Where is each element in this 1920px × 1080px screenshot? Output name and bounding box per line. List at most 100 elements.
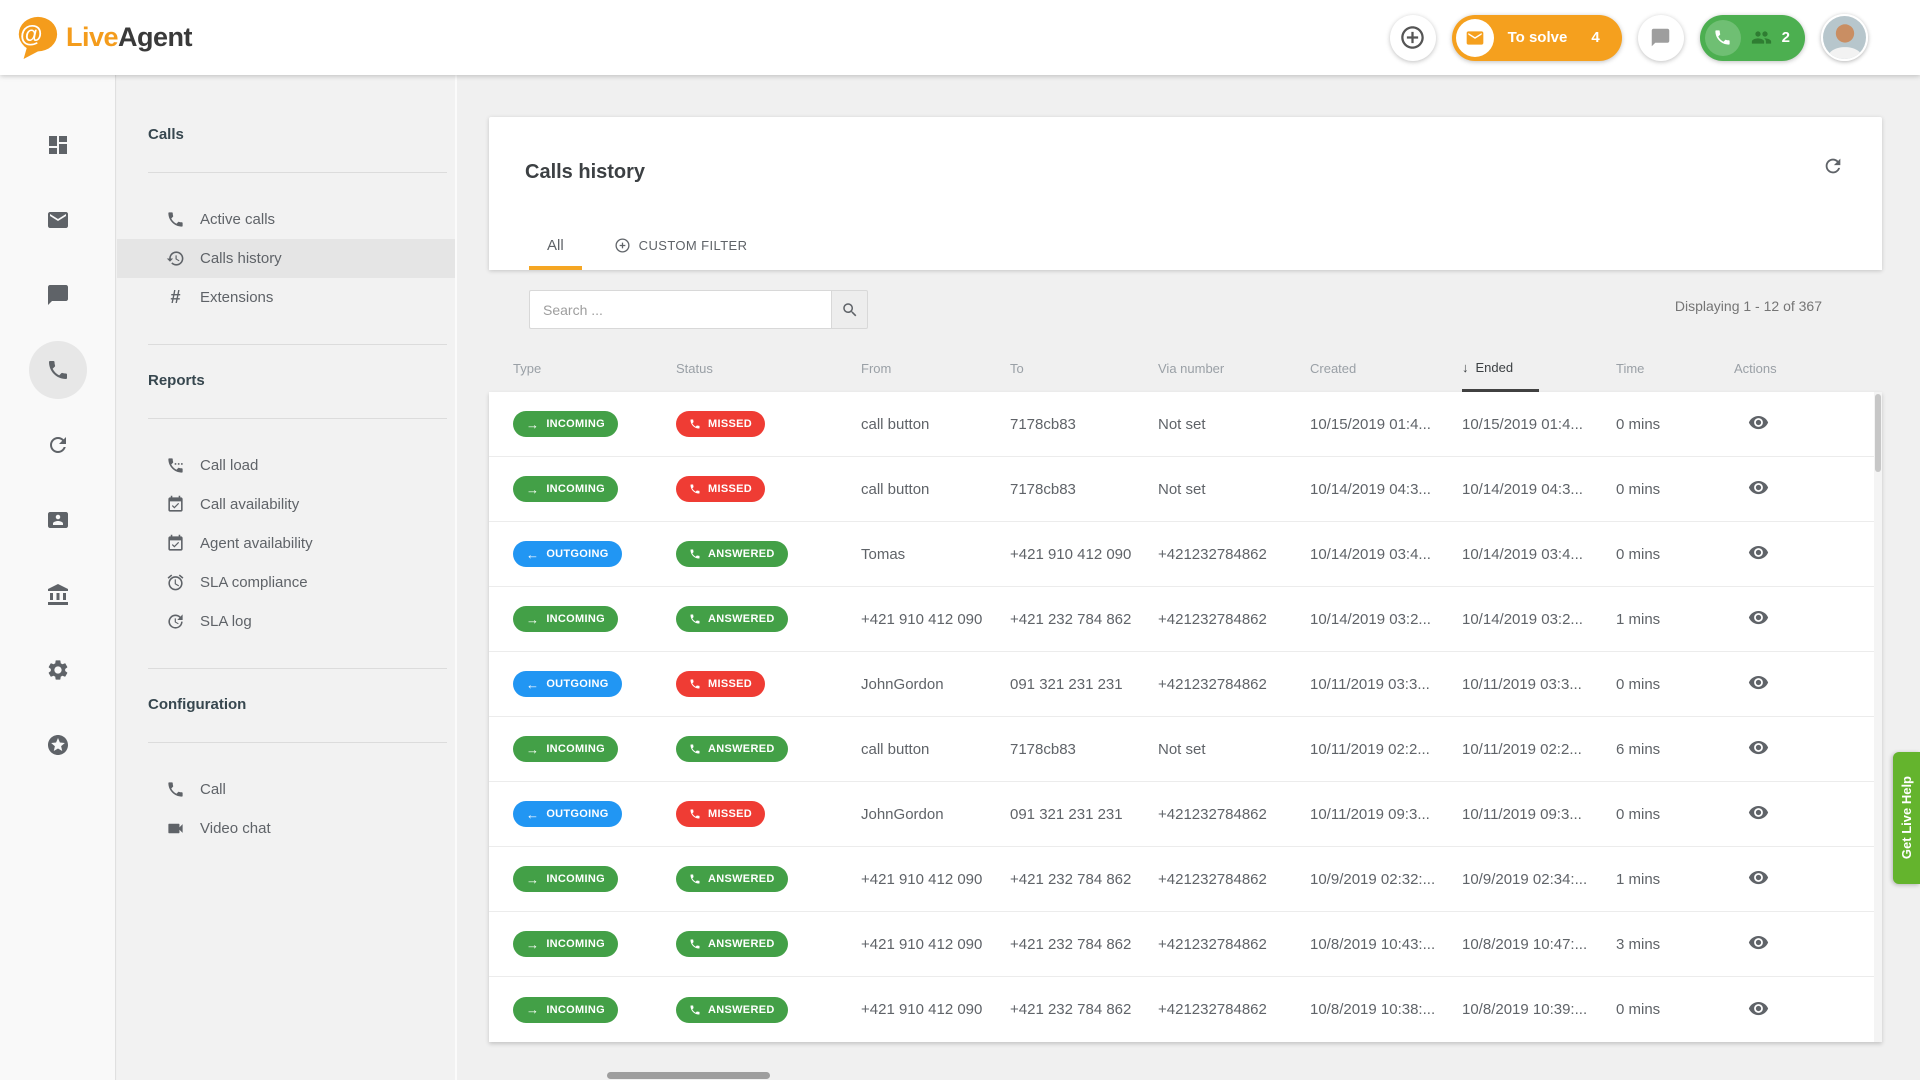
call-status-badge: MISSED — [676, 476, 765, 502]
scrollbar-thumb[interactable] — [1875, 394, 1881, 472]
view-call-button[interactable] — [1744, 994, 1773, 1026]
nav-item-call-config[interactable]: Call — [117, 770, 455, 809]
table-row[interactable]: →INCOMING ANSWERED +421 910 412 090 +421… — [489, 847, 1882, 912]
sidebar-item-dashboard[interactable] — [29, 116, 87, 174]
nav-item-label: Call availability — [200, 496, 299, 513]
table-row[interactable]: →INCOMING MISSED call button 7178cb83 No… — [489, 392, 1882, 457]
search-input[interactable] — [529, 290, 831, 329]
call-status-badge: MISSED — [676, 411, 765, 437]
column-header-status[interactable]: Status — [676, 345, 861, 392]
view-call-button[interactable] — [1744, 668, 1773, 700]
sidebar-item-settings[interactable] — [29, 641, 87, 699]
table-row[interactable]: →INCOMING ANSWERED +421 910 412 090 +421… — [489, 587, 1882, 652]
table-row[interactable]: ←OUTGOING MISSED JohnGordon 091 321 231 … — [489, 652, 1882, 717]
call-type-badge: →INCOMING — [513, 736, 618, 762]
column-header-via[interactable]: Via number — [1158, 345, 1310, 392]
sidebar-item-calls[interactable] — [29, 341, 87, 399]
add-new-button[interactable] — [1390, 15, 1436, 61]
nav-item-extensions[interactable]: # Extensions — [117, 278, 455, 317]
table-row[interactable]: →INCOMING ANSWERED +421 910 412 090 +421… — [489, 912, 1882, 977]
to-solve-count: 4 — [1591, 29, 1599, 46]
agents-online-button[interactable]: 2 — [1700, 15, 1805, 61]
sidebar-item-tickets[interactable] — [29, 191, 87, 249]
column-header-created[interactable]: Created — [1310, 345, 1462, 392]
search-button[interactable] — [831, 290, 868, 329]
view-call-button[interactable] — [1744, 473, 1773, 505]
from-cell: +421 910 412 090 — [861, 936, 1010, 953]
sidebar-item-customers[interactable] — [29, 491, 87, 549]
horizontal-scrollbar-thumb[interactable] — [607, 1072, 770, 1079]
sidebar-item-automation[interactable] — [29, 416, 87, 474]
table-row[interactable]: →INCOMING ANSWERED +421 910 412 090 +421… — [489, 977, 1882, 1042]
column-header-to[interactable]: To — [1010, 345, 1158, 392]
from-cell: Tomas — [861, 546, 1010, 563]
tab-custom-filter[interactable]: CUSTOM FILTER — [608, 221, 754, 270]
nav-item-calls-history[interactable]: Calls history — [117, 239, 455, 278]
phone-icon — [689, 743, 701, 755]
nav-item-active-calls[interactable]: Active calls — [117, 200, 455, 239]
agents-online-count: 2 — [1782, 29, 1790, 46]
view-call-button[interactable] — [1744, 733, 1773, 765]
view-call-button[interactable] — [1744, 863, 1773, 895]
filter-tabs: All CUSTOM FILTER — [529, 221, 753, 270]
time-cell: 0 mins — [1616, 676, 1734, 693]
direction-arrow-icon: ← — [526, 548, 539, 561]
from-cell: call button — [861, 416, 1010, 433]
eye-icon — [1748, 932, 1769, 953]
time-cell: 0 mins — [1616, 546, 1734, 563]
table-row[interactable]: →INCOMING ANSWERED call button 7178cb83 … — [489, 717, 1882, 782]
call-type-badge: ←OUTGOING — [513, 671, 622, 697]
via-number-cell: +421232784862 — [1158, 546, 1310, 563]
eye-icon — [1748, 737, 1769, 758]
call-type-badge: →INCOMING — [513, 931, 618, 957]
to-solve-button[interactable]: To solve 4 — [1452, 15, 1622, 61]
column-header-type[interactable]: Type — [513, 345, 676, 392]
tab-all[interactable]: All — [529, 221, 582, 270]
phone-icon — [689, 483, 701, 495]
time-cell: 1 mins — [1616, 871, 1734, 888]
view-call-button[interactable] — [1744, 798, 1773, 830]
sidebar-item-starred[interactable] — [29, 716, 87, 774]
nav-item-video-chat[interactable]: Video chat — [117, 809, 455, 848]
to-solve-label: To solve — [1508, 29, 1568, 46]
view-call-button[interactable] — [1744, 603, 1773, 635]
get-live-help-tab[interactable]: Get Live Help — [1893, 752, 1920, 884]
phone-icon — [689, 548, 701, 560]
created-cell: 10/11/2019 09:3... — [1310, 806, 1462, 823]
column-header-time[interactable]: Time — [1616, 345, 1734, 392]
created-cell: 10/15/2019 01:4... — [1310, 416, 1462, 433]
time-cell: 3 mins — [1616, 936, 1734, 953]
nav-item-call-load[interactable]: Call load — [117, 446, 455, 485]
direction-arrow-icon: → — [526, 418, 539, 431]
search-icon — [841, 301, 859, 319]
vertical-scrollbar[interactable] — [1874, 392, 1882, 1042]
column-header-from[interactable]: From — [861, 345, 1010, 392]
sidebar-item-chats[interactable] — [29, 266, 87, 324]
view-call-button[interactable] — [1744, 408, 1773, 440]
chat-button[interactable] — [1638, 15, 1684, 61]
view-call-button[interactable] — [1744, 928, 1773, 960]
user-avatar[interactable] — [1821, 14, 1868, 61]
call-type-badge: ←OUTGOING — [513, 801, 622, 827]
nav-item-sla-log[interactable]: SLA log — [117, 602, 455, 641]
ended-cell: 10/8/2019 10:47:... — [1462, 936, 1616, 953]
dashboard-icon — [46, 133, 70, 157]
eye-icon — [1748, 672, 1769, 693]
view-call-button[interactable] — [1744, 538, 1773, 570]
column-header-ended[interactable]: ↓ Ended — [1462, 345, 1616, 392]
envelope-circle — [1456, 19, 1494, 57]
from-cell: +421 910 412 090 — [861, 1001, 1010, 1018]
nav-item-label: Call — [200, 781, 226, 798]
refresh-button[interactable] — [1822, 155, 1844, 180]
sidebar-item-departments[interactable] — [29, 566, 87, 624]
nav-item-agent-availability[interactable]: Agent availability — [117, 524, 455, 563]
table-row[interactable]: ←OUTGOING ANSWERED Tomas +421 910 412 09… — [489, 522, 1882, 587]
created-cell: 10/11/2019 03:3... — [1310, 676, 1462, 693]
table-row[interactable]: →INCOMING MISSED call button 7178cb83 No… — [489, 457, 1882, 522]
call-type-badge: ←OUTGOING — [513, 541, 622, 567]
table-row[interactable]: ←OUTGOING MISSED JohnGordon 091 321 231 … — [489, 782, 1882, 847]
nav-item-call-availability[interactable]: Call availability — [117, 485, 455, 524]
nav-section-title-calls: Calls — [148, 125, 455, 145]
nav-item-sla-compliance[interactable]: SLA compliance — [117, 563, 455, 602]
avatar-image — [1823, 16, 1867, 60]
